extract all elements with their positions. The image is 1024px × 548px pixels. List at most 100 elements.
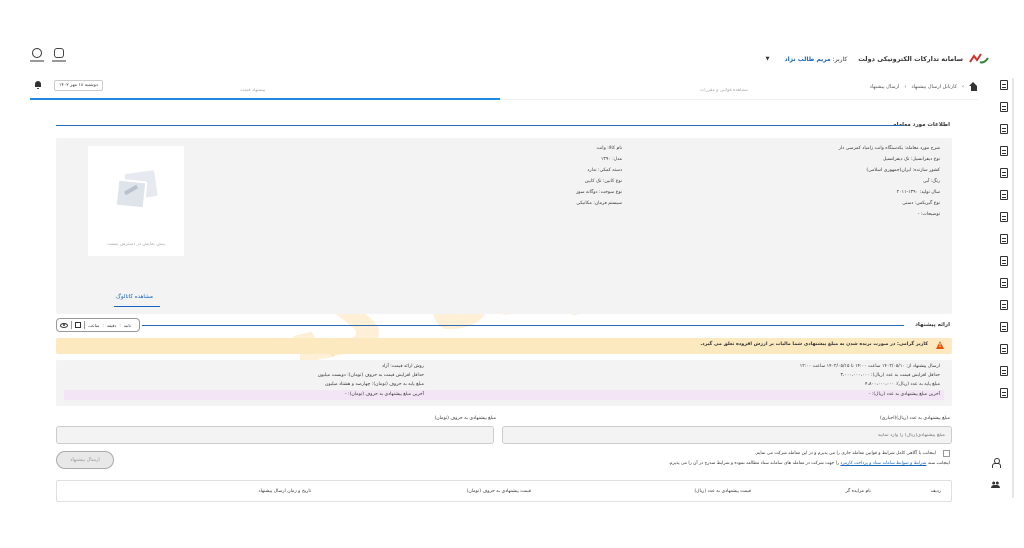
offer-field: ارسال پیشنهاد از: ۱۴۰۲/۰۵/۱۰ ساعت ۱۴:۰۰ …	[799, 364, 940, 369]
government-logos	[30, 48, 66, 66]
sidebar-item[interactable]	[1000, 190, 1010, 202]
deal-field: مدل: ۱۳۹۰	[600, 157, 622, 162]
offers-table: ردیف نام مزایده گر قیمت پیشنهادی به عدد …	[56, 480, 952, 502]
countdown-toolbar: ساعت : دقیقه : ثانیه	[56, 318, 140, 332]
system-title: سامانه تدارکات الکترونیکی دولت	[858, 55, 963, 63]
document-icon	[1000, 102, 1008, 112]
agree-text-2: اینجانب سند شرایط و ضوابط سامانه ستاد و …	[668, 461, 950, 466]
main-content: اطلاعات مورد معامله شرح مورد معامله: یکد…	[46, 108, 962, 548]
offer-field: روش ارائه قیمت: آزاد	[381, 364, 424, 369]
sidebar-item[interactable]	[1000, 124, 1010, 136]
user-profile-icon[interactable]	[991, 458, 1001, 468]
amount-words-input	[57, 427, 493, 443]
users-group-icon[interactable]	[991, 480, 1000, 489]
setad-logo-icon	[968, 52, 990, 66]
offer-field: حداقل افزایش قیمت به حروف (تومان): دویست…	[317, 373, 424, 378]
document-icon	[1000, 146, 1008, 156]
setad-terms-link[interactable]: شرایط و ضوابط سامانه ستاد و پرداخت کارمز…	[840, 461, 926, 466]
agree-text-1: اینجانب با آگاهی کامل شرایط و قوانین معا…	[754, 451, 936, 456]
warning-icon	[936, 341, 944, 349]
sidebar-item[interactable]	[1000, 102, 1010, 114]
sidebar-item[interactable]	[1000, 388, 1010, 400]
send-offer-button[interactable]: ارسال پیشنهاد	[56, 451, 114, 469]
user-label: کاربر:	[832, 55, 848, 63]
countdown-minute: دقیقه	[106, 322, 117, 328]
brand-area: سامانه تدارکات الکترونیکی دولت کاربر: مر…	[766, 52, 990, 66]
user-name: مریم طالب نژاد	[784, 55, 831, 63]
tab-active-indicator	[30, 98, 500, 100]
countdown-hour: ساعت	[88, 322, 100, 328]
tab-rules[interactable]: مشاهده قوانین و مقررات	[700, 88, 748, 93]
offer-field: حداقل افزایش قیمت به عدد (ریال): ۳،۰۰۰،۰…	[840, 373, 940, 378]
table-header: قیمت پیشنهادی به عدد (ریال)	[694, 489, 751, 494]
sidebar-item[interactable]	[1000, 234, 1010, 246]
deal-field: شرح مورد معامله: یکدستگاه وانت زامیاد کم…	[838, 146, 940, 151]
tab-price-offer[interactable]: پیشنهاد قیمت	[240, 88, 265, 93]
view-catalog-link[interactable]: مشاهده کاتالوگ	[116, 294, 153, 300]
section-divider	[142, 325, 904, 327]
gavel-placeholder-icon	[112, 170, 158, 212]
document-icon	[1000, 168, 1008, 178]
deal-field: دسته کمکی: ندارد	[587, 168, 622, 173]
offer-field: مبلغ پایه به عدد (ریال): ۴،۸۰۰،۰۰۰،۰۰۰	[865, 382, 940, 387]
amount-input-wrapper	[502, 426, 952, 444]
warning-text: کاربر گرامی: در صورت برنده شدن به مبلغ پ…	[700, 342, 928, 347]
offer-field: مبلغ پایه به حروف (تومان): چهارصد و هشتا…	[325, 382, 424, 387]
deal-field: نوع کابین: تک کابین	[584, 179, 622, 184]
deal-field: رنگ: آبی	[922, 179, 940, 184]
table-header: ردیف	[930, 489, 941, 494]
deal-field: توضیحات: -	[917, 212, 940, 217]
top-header: سامانه تدارکات الکترونیکی دولت کاربر: مر…	[0, 40, 1024, 78]
sidebar-item[interactable]	[1000, 80, 1010, 92]
scrollbar[interactable]	[1012, 78, 1014, 498]
tabs-strip: پیشنهاد قیمت مشاهده قوانین و مقررات	[30, 88, 978, 100]
emblem-icon	[30, 48, 44, 66]
right-sidebar	[980, 78, 1024, 548]
section-divider	[56, 125, 904, 127]
document-icon	[1000, 388, 1008, 398]
document-icon	[1000, 234, 1008, 244]
deal-field: نوع سوخت: دوگانه سوز	[576, 190, 622, 195]
eye-icon[interactable]	[60, 322, 68, 328]
words-input-label: مبلغ پیشنهادی به حروف (تومان)	[434, 416, 496, 421]
document-icon	[1000, 256, 1008, 266]
sidebar-item[interactable]	[1000, 300, 1010, 312]
offer-field: آخرین مبلغ پیشنهادی به عدد (ریال): -	[868, 392, 940, 397]
deal-field: سیستم فرمان: مکانیکی	[576, 201, 622, 206]
sidebar-item[interactable]	[1000, 322, 1010, 334]
document-icon	[1000, 344, 1008, 354]
document-icon	[1000, 322, 1008, 332]
document-icon	[1000, 124, 1008, 134]
sidebar-item[interactable]	[1000, 256, 1010, 268]
document-icon	[1000, 366, 1008, 376]
terms-checkbox[interactable]	[943, 450, 950, 457]
document-icon	[1000, 278, 1008, 288]
link-underline	[114, 306, 160, 307]
sidebar-item[interactable]	[1000, 146, 1010, 158]
deal-field: کشور سازنده: ایران(جمهوری اسلامی)	[866, 168, 940, 173]
table-header: تاریخ و زمان ارسال پیشنهاد	[258, 489, 311, 494]
amount-input[interactable]	[503, 427, 951, 443]
sidebar-item[interactable]	[1000, 212, 1010, 224]
deal-field: نوع دیفرانسیل: تک دیفرانسیل	[882, 157, 940, 162]
calendar-icon[interactable]	[75, 322, 81, 328]
vat-warning-banner: کاربر گرامی: در صورت برنده شدن به مبلغ پ…	[56, 338, 952, 354]
sidebar-item[interactable]	[1000, 278, 1010, 290]
ministry-logo-icon	[52, 48, 66, 66]
chevron-down-icon[interactable]: ▼	[766, 56, 770, 62]
sidebar-item[interactable]	[1000, 344, 1010, 356]
document-icon	[1000, 190, 1008, 200]
offer-section-title: ارائه پیشنهاد	[915, 322, 950, 328]
offer-field: آخرین مبلغ پیشنهادی به حروف (تومان): -	[344, 392, 424, 397]
deal-field: نوع گیربکس: دستی	[902, 201, 940, 206]
countdown-second: ثانیه	[123, 322, 131, 328]
user-info[interactable]: کاربر: مریم طالب نژاد	[785, 56, 848, 63]
deal-info-panel: شرح مورد معامله: یکدستگاه وانت زامیاد کم…	[56, 138, 952, 314]
deal-field: نام کالا: وانت	[596, 146, 622, 151]
sidebar-item[interactable]	[1000, 168, 1010, 180]
offer-info-panel: ارسال پیشنهاد از: ۱۴۰۲/۰۵/۱۰ ساعت ۱۴:۰۰ …	[56, 360, 952, 406]
document-icon	[1000, 212, 1008, 222]
table-header: نام مزایده گر	[845, 489, 871, 494]
sidebar-item[interactable]	[1000, 366, 1010, 378]
no-preview-text: پیش نمایش در دسترس نیست	[107, 242, 165, 247]
